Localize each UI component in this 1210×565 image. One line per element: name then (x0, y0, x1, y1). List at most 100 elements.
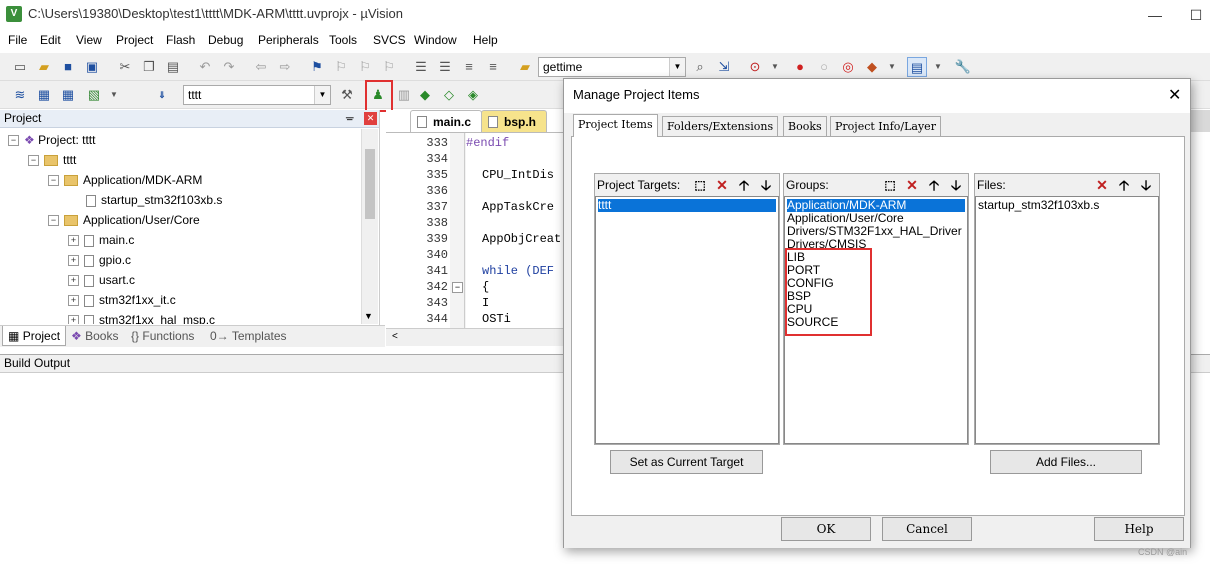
scrollbar-thumb[interactable] (365, 149, 375, 219)
menu-debug[interactable]: Debug (208, 33, 243, 47)
breakpoint-icon[interactable]: ● (790, 57, 810, 77)
open-folder-icon[interactable]: ▰ (34, 57, 54, 77)
list-item-file[interactable]: startup_stm32f103xb.s (978, 199, 1156, 212)
chevron-down-icon[interactable]: ▼ (314, 86, 330, 104)
tab-books[interactable]: Books (783, 116, 827, 136)
target-combo[interactable]: tttt ▼ (183, 85, 331, 105)
groups-list[interactable]: Application/MDK-ARM Application/User/Cor… (784, 196, 968, 444)
nav-forward-icon[interactable]: ⇨ (275, 57, 295, 77)
cut-icon[interactable]: ✂ (115, 57, 135, 77)
search-icon[interactable]: ⌕ (690, 57, 710, 77)
chevron-down-icon[interactable]: ▼ (765, 57, 785, 77)
menu-svcs[interactable]: SVCS (373, 33, 406, 47)
breakpoint-manager-icon[interactable]: ◆ (862, 57, 882, 77)
new-file-icon[interactable]: ▭ (10, 57, 30, 77)
tab-folders-extensions[interactable]: Folders/Extensions (662, 116, 779, 136)
menu-help[interactable]: Help (473, 33, 498, 47)
expand-icon[interactable]: + (68, 235, 79, 247)
move-up-icon[interactable]: 🡡 (1114, 175, 1134, 195)
files-list[interactable]: startup_stm32f103xb.s (975, 196, 1159, 444)
tree-item-file[interactable]: + stm32f1xx_it.c (68, 290, 176, 310)
menu-project[interactable]: Project (116, 33, 153, 47)
bookmark-prev-icon[interactable]: ⚐ (331, 57, 351, 77)
pin-icon[interactable]: ᚚ (346, 110, 354, 127)
debug-session-icon[interactable]: ⊙ (745, 57, 765, 77)
tab-main-c[interactable]: main.c (410, 110, 483, 132)
expand-icon[interactable]: + (68, 315, 79, 324)
collapse-icon[interactable]: − (8, 135, 19, 147)
rebuild-icon[interactable]: ▦ (58, 85, 78, 105)
tree-item-file[interactable]: startup_stm32f103xb.s (86, 190, 222, 210)
close-icon[interactable]: ✕ (364, 112, 377, 125)
set-current-target-button[interactable]: Set as Current Target (610, 450, 763, 474)
pack-installer-icon[interactable]: ◇ (439, 85, 459, 105)
fold-collapse-icon[interactable]: − (452, 282, 463, 293)
manage-components-icon[interactable]: ◆ (415, 85, 435, 105)
expand-icon[interactable]: + (68, 295, 79, 307)
editor-hscrollbar[interactable]: < (386, 328, 576, 346)
breakpoint-kill-icon[interactable]: ◎ (838, 57, 858, 77)
close-icon[interactable]: ✕ (1168, 85, 1181, 105)
tab-bsp-h[interactable]: bsp.h (481, 110, 547, 132)
select-software-icon[interactable]: ◈ (463, 85, 483, 105)
tree-item-project-root[interactable]: − ❖ Project: tttt (8, 130, 95, 150)
tab-project[interactable]: ▦ Project (2, 326, 67, 346)
targets-list[interactable]: tttt (595, 196, 779, 444)
download-icon[interactable]: ⇓ (152, 85, 172, 105)
expand-icon[interactable]: + (68, 275, 79, 287)
redo-icon[interactable]: ↷ (219, 57, 239, 77)
new-target-icon[interactable]: ⬚ (690, 175, 710, 195)
tree-item-group[interactable]: − Application/User/Core (48, 210, 200, 230)
comment-icon[interactable]: ≡ (459, 57, 479, 77)
delete-target-icon[interactable]: ✕ (712, 175, 732, 195)
find-combo[interactable]: gettime ▼ (538, 57, 686, 77)
delete-file-icon[interactable]: ✕ (1092, 175, 1112, 195)
chevron-down-icon[interactable]: ▼ (882, 57, 902, 77)
save-icon[interactable]: ■ (58, 57, 78, 77)
delete-group-icon[interactable]: ✕ (902, 175, 922, 195)
unindent-icon[interactable]: ☰ (435, 57, 455, 77)
undo-icon[interactable]: ↶ (195, 57, 215, 77)
expand-icon[interactable]: + (68, 255, 79, 267)
new-group-icon[interactable]: ⬚ (880, 175, 900, 195)
menu-flash[interactable]: Flash (166, 33, 195, 47)
bookmark-clear-icon[interactable]: ⚐ (379, 57, 399, 77)
tree-item-file[interactable]: + stm32f1xx_hal_msp.c (68, 310, 215, 324)
tree-item-file[interactable]: + gpio.c (68, 250, 131, 270)
tab-books[interactable]: ❖ Books (66, 326, 123, 346)
scroll-left-icon[interactable]: < (392, 331, 398, 342)
ok-button[interactable]: OK (781, 517, 871, 541)
breakpoint-disable-icon[interactable]: ○ (814, 57, 834, 77)
collapse-icon[interactable]: − (48, 215, 59, 227)
window-layout-icon[interactable]: ▤ (907, 57, 927, 77)
move-up-icon[interactable]: 🡡 (924, 175, 944, 195)
help-button[interactable]: Help (1094, 517, 1184, 541)
paste-icon[interactable]: ▤ (163, 57, 183, 77)
configure-icon[interactable]: 🔧 (953, 57, 973, 77)
indent-icon[interactable]: ☰ (411, 57, 431, 77)
select-packs-icon[interactable]: ▥ (394, 85, 414, 105)
save-all-icon[interactable]: ▣ (82, 57, 102, 77)
menu-peripherals[interactable]: Peripherals (258, 33, 319, 47)
collapse-icon[interactable]: − (48, 175, 59, 187)
uncomment-icon[interactable]: ≡ (483, 57, 503, 77)
tree-item-group[interactable]: − Application/MDK-ARM (48, 170, 202, 190)
batch-build-icon[interactable]: ▧ (84, 85, 104, 105)
move-up-icon[interactable]: 🡡 (734, 175, 754, 195)
bookmark-next-icon[interactable]: ⚐ (355, 57, 375, 77)
maximize-button[interactable]: ☐ (1182, 2, 1210, 28)
move-down-icon[interactable]: 🡣 (756, 175, 776, 195)
menu-edit[interactable]: Edit (40, 33, 61, 47)
collapse-icon[interactable]: − (28, 155, 39, 167)
scroll-down-icon[interactable]: ▼ (364, 311, 373, 321)
tab-templates[interactable]: 0→ Templates (205, 326, 292, 346)
chevron-down-icon[interactable]: ▼ (669, 58, 685, 76)
list-item-target[interactable]: tttt (598, 199, 776, 212)
move-down-icon[interactable]: 🡣 (946, 175, 966, 195)
tab-functions[interactable]: {} Functions (126, 326, 199, 346)
chevron-down-icon[interactable]: ▼ (104, 85, 124, 105)
move-down-icon[interactable]: 🡣 (1136, 175, 1156, 195)
find-icon[interactable]: ⇲ (714, 57, 734, 77)
minimize-button[interactable]: — (1135, 2, 1175, 28)
translate-icon[interactable]: ≋ (10, 85, 30, 105)
